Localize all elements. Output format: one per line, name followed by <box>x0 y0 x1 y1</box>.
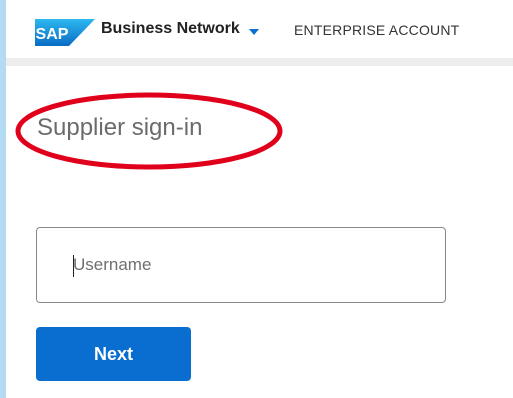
top-navigation-bar: SAP Business Network ENTERPRISE ACCOUNT <box>6 0 513 58</box>
next-button[interactable]: Next <box>36 327 191 381</box>
text-cursor <box>73 255 74 277</box>
username-field[interactable] <box>36 227 446 303</box>
business-network-menu[interactable]: Business Network <box>101 20 260 38</box>
header-divider <box>6 58 513 66</box>
username-input[interactable] <box>73 255 433 275</box>
business-network-label: Business Network <box>101 20 240 37</box>
logo-text: SAP <box>36 26 69 43</box>
sap-logo[interactable]: SAP <box>35 19 95 46</box>
enterprise-account-link[interactable]: ENTERPRISE ACCOUNT <box>294 22 459 38</box>
sign-in-page: SAP Business Network ENTERPRISE ACCOUNT … <box>6 0 513 398</box>
page-title: Supplier sign-in <box>37 114 203 141</box>
chevron-down-icon <box>248 29 259 35</box>
